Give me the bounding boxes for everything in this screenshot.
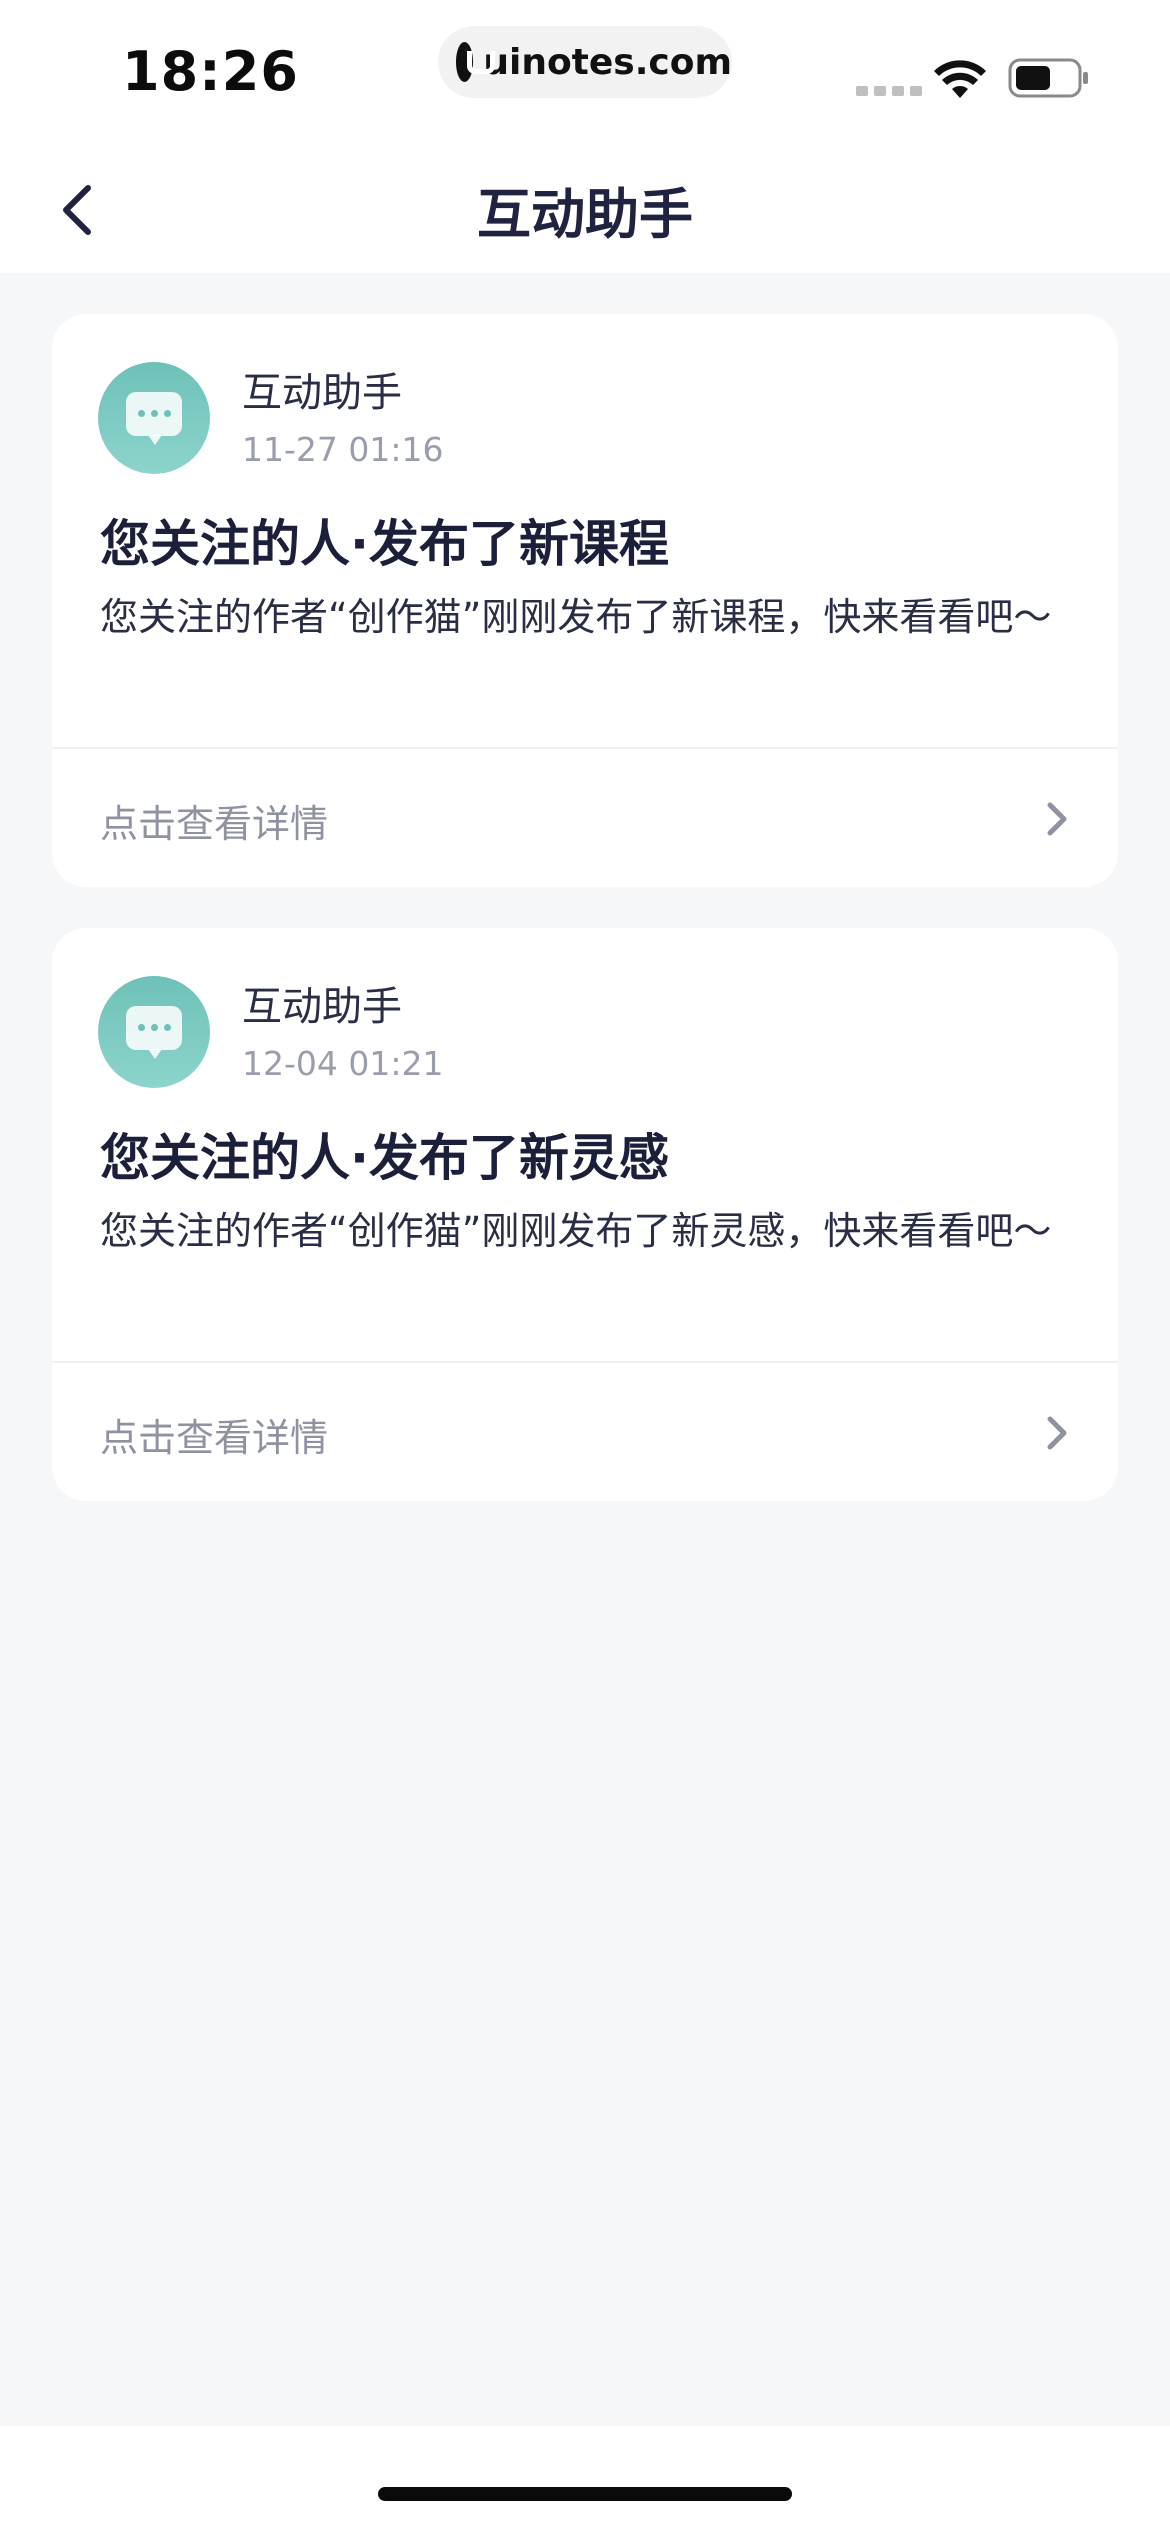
page-title: 互动助手 <box>477 183 693 246</box>
wifi-icon <box>934 60 986 98</box>
sender-name: 互动助手 <box>242 984 402 1030</box>
nav-bar: 互动助手 <box>0 140 1170 273</box>
message-title: 您关注的人·发布了新灵感 <box>100 1129 669 1187</box>
chevron-right-icon <box>1047 1416 1067 1450</box>
battery-icon <box>1008 58 1088 98</box>
cellular-signal-icon <box>856 86 922 96</box>
site-logo-icon <box>456 42 496 82</box>
assistant-avatar <box>98 976 210 1088</box>
message-card[interactable]: 互动助手 12-04 01:21 您关注的人·发布了新灵感 您关注的作者“创作猫… <box>52 928 1118 1501</box>
message-timestamp: 12-04 01:21 <box>242 1044 444 1083</box>
message-body: 您关注的作者“创作猫”刚刚发布了新灵感，快来看看吧～ <box>100 1209 1052 1253</box>
view-details-label: 点击查看详情 <box>100 1416 329 1460</box>
message-card[interactable]: 互动助手 11-27 01:16 您关注的人·发布了新课程 您关注的作者“创作猫… <box>52 314 1118 887</box>
message-body: 您关注的作者“创作猫”刚刚发布了新课程，快来看看吧～ <box>100 595 1052 639</box>
view-details-label: 点击查看详情 <box>100 802 329 846</box>
chat-bubble-icon <box>126 392 182 445</box>
message-timestamp: 11-27 01:16 <box>242 430 444 469</box>
view-details-row[interactable]: 点击查看详情 <box>52 1363 1118 1501</box>
assistant-avatar <box>98 362 210 474</box>
chat-bubble-icon <box>126 1006 182 1059</box>
url-text: uinotes.com <box>483 41 732 83</box>
sender-name: 互动助手 <box>242 370 402 416</box>
home-indicator[interactable] <box>378 2487 792 2501</box>
url-pill[interactable]: uinotes.com <box>438 26 732 98</box>
screen: 18:26 uinotes.com 互动助手 互动助手 11-27 01:16 … <box>0 0 1170 2532</box>
view-details-row[interactable]: 点击查看详情 <box>52 749 1118 887</box>
status-time: 18:26 <box>122 40 299 103</box>
message-title: 您关注的人·发布了新课程 <box>100 515 669 573</box>
status-bar: 18:26 uinotes.com <box>0 0 1170 140</box>
home-indicator-area <box>0 2426 1170 2532</box>
chevron-right-icon <box>1047 802 1067 836</box>
